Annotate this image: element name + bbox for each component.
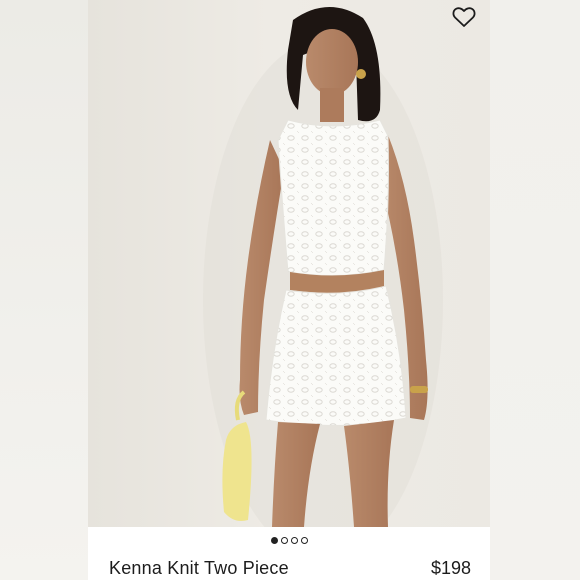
right-backdrop xyxy=(490,0,580,580)
carousel-indicators xyxy=(88,533,490,547)
favorite-button[interactable] xyxy=(452,6,478,30)
heart-outline-icon xyxy=(452,7,476,27)
carousel-dot-3[interactable] xyxy=(290,536,298,544)
product-image[interactable] xyxy=(88,0,490,527)
product-price: $198 xyxy=(430,558,471,578)
left-backdrop xyxy=(0,0,88,580)
carousel-dot-4[interactable] xyxy=(300,536,308,544)
carousel-dot-2[interactable] xyxy=(280,536,288,544)
model-illustration xyxy=(203,6,443,527)
product-card[interactable]: Kenna Knit Two Piece $198 xyxy=(88,0,490,580)
carousel-dot-1[interactable] xyxy=(270,536,278,544)
product-title[interactable]: Kenna Knit Two Piece xyxy=(109,558,289,579)
